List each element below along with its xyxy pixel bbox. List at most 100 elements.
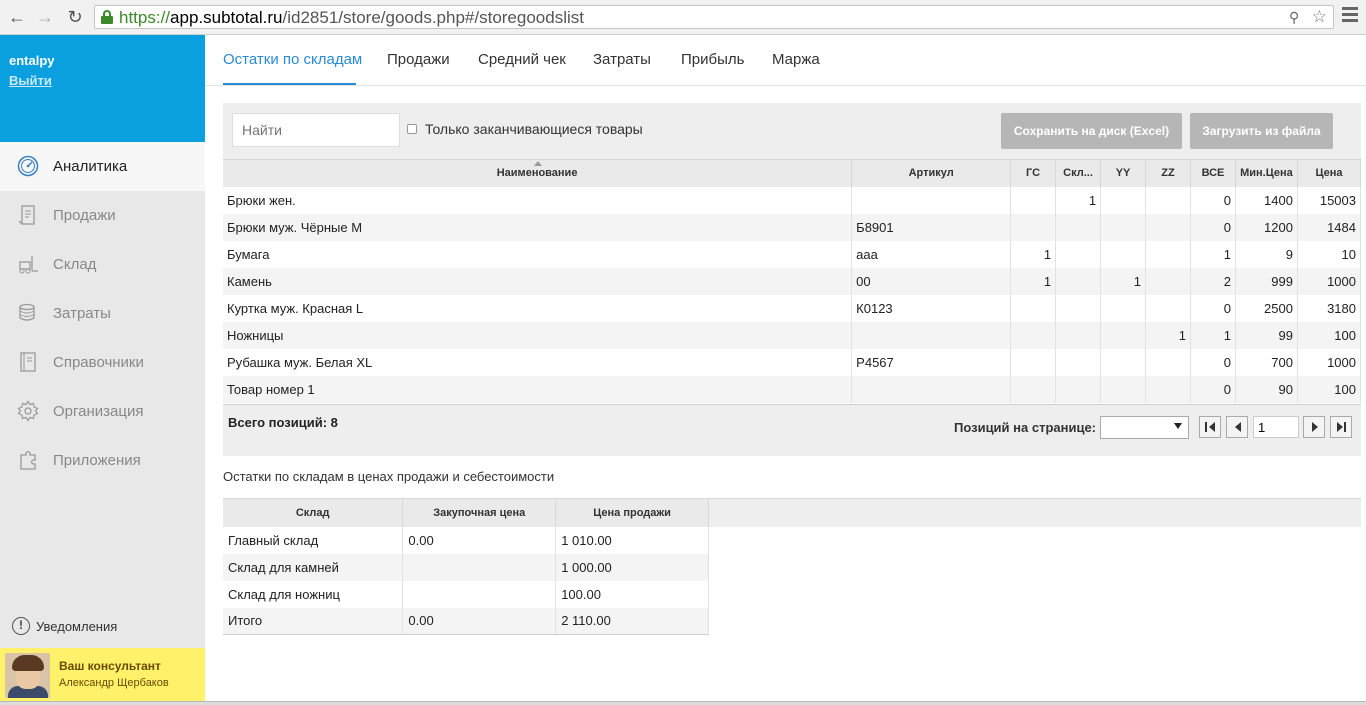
table-cell: 1484 bbox=[1297, 213, 1362, 241]
next-page-button[interactable] bbox=[1303, 416, 1325, 438]
table-cell: Рубашка муж. Белая XL bbox=[223, 348, 853, 376]
table-cell: 0 bbox=[1190, 375, 1236, 403]
table-cell bbox=[1100, 186, 1147, 214]
prev-page-icon bbox=[1235, 422, 1241, 432]
column-header-name[interactable]: Наименование bbox=[223, 159, 853, 187]
back-arrow-icon[interactable]: ← bbox=[6, 6, 28, 28]
column-header-zz[interactable]: ZZ bbox=[1145, 159, 1191, 187]
column-header-skl[interactable]: Скл... bbox=[1055, 159, 1102, 187]
table-cell bbox=[1055, 375, 1102, 403]
table-cell: 1000 bbox=[1297, 348, 1362, 376]
puzzle-icon bbox=[20, 450, 36, 470]
sidebar-item-label: Аналитика bbox=[53, 158, 128, 175]
table-cell bbox=[851, 186, 1012, 214]
sidebar-item-applications[interactable]: Приложения bbox=[0, 436, 205, 485]
table-row[interactable]: Ножницы 1 1 99 100 bbox=[223, 321, 1362, 349]
table-row: Склад для ножниц 100.00 bbox=[223, 580, 709, 608]
table-cell: Ножницы bbox=[223, 321, 853, 349]
column-header-warehouse[interactable]: Склад bbox=[223, 498, 404, 527]
table-row[interactable]: Брюки муж. Чёрные M Б8901 0 1200 1484 bbox=[223, 213, 1362, 241]
table-cell: Итого bbox=[223, 607, 404, 635]
save-excel-button[interactable]: Сохранить на диск (Excel) bbox=[1001, 113, 1182, 149]
table-row[interactable]: Товар номер 1 0 90 100 bbox=[223, 375, 1362, 403]
first-page-icon bbox=[1205, 422, 1207, 432]
lock-icon bbox=[101, 10, 113, 24]
consultant-card[interactable]: Ваш консультант Александр Щербаков bbox=[0, 648, 205, 705]
taskbar bbox=[0, 701, 1366, 705]
sidebar-item-label: Склад bbox=[53, 256, 97, 273]
browser-menu-icon[interactable] bbox=[1342, 7, 1358, 27]
prev-page-button[interactable] bbox=[1226, 416, 1248, 438]
table-cell bbox=[1055, 240, 1102, 268]
sidebar-item-label: Приложения bbox=[53, 452, 141, 469]
table-cell bbox=[1010, 348, 1057, 376]
bookmark-star-icon[interactable]: ☆ bbox=[1312, 7, 1327, 27]
table-cell bbox=[1010, 213, 1057, 241]
table-row[interactable]: Бумага ааа 1 1 9 10 bbox=[223, 240, 1362, 268]
first-page-button[interactable] bbox=[1199, 416, 1221, 438]
sidebar: entalpy Выйти Аналитика Продажи Склад За… bbox=[0, 35, 205, 705]
zoom-icon[interactable]: ⚲ bbox=[1289, 9, 1305, 25]
table-row[interactable]: Камень 00 1 1 2 999 1000 bbox=[223, 267, 1362, 295]
address-bar[interactable]: https://app.subtotal.ru/id2851/store/goo… bbox=[94, 5, 1334, 29]
user-box: entalpy Выйти bbox=[0, 35, 205, 142]
column-header-sale-price[interactable]: Цена продажи bbox=[555, 498, 709, 527]
tab-stock[interactable]: Остатки по складам bbox=[223, 51, 362, 68]
forward-arrow-icon[interactable]: → bbox=[34, 6, 56, 28]
ending-goods-checkbox[interactable] bbox=[407, 124, 417, 134]
last-page-button[interactable] bbox=[1330, 416, 1352, 438]
tab-average-check[interactable]: Средний чек bbox=[478, 51, 566, 68]
per-page-select[interactable] bbox=[1100, 416, 1189, 439]
sidebar-item-warehouse[interactable]: Склад bbox=[0, 240, 205, 289]
table-cell: Главный склад bbox=[223, 526, 404, 554]
table-cell bbox=[1100, 348, 1147, 376]
gear-icon bbox=[17, 400, 39, 422]
load-file-button[interactable]: Загрузить из файла bbox=[1190, 113, 1333, 149]
column-header-yy[interactable]: YY bbox=[1100, 159, 1147, 187]
tab-sales[interactable]: Продажи bbox=[387, 51, 450, 68]
table-cell bbox=[1010, 186, 1057, 214]
search-input[interactable] bbox=[232, 113, 400, 147]
sidebar-item-directories[interactable]: Справочники bbox=[0, 338, 205, 387]
column-header-gs[interactable]: ГС bbox=[1010, 159, 1057, 187]
column-header-sku[interactable]: Артикул bbox=[851, 159, 1012, 187]
user-name: entalpy bbox=[9, 53, 55, 68]
table-cell: К0123 bbox=[851, 294, 1012, 322]
consultant-title: Ваш консультант bbox=[59, 659, 161, 673]
column-header-purchase-price[interactable]: Закупочная цена bbox=[402, 498, 557, 527]
tab-margin[interactable]: Маржа bbox=[772, 51, 820, 68]
browser-toolbar: ← → ↻ https://app.subtotal.ru/id2851/sto… bbox=[0, 0, 1366, 35]
reload-icon[interactable]: ↻ bbox=[64, 6, 86, 28]
column-header-all[interactable]: ВСЕ bbox=[1190, 159, 1236, 187]
table-cell: 10 bbox=[1297, 240, 1362, 268]
tab-expenses[interactable]: Затраты bbox=[593, 51, 651, 68]
table-cell: 1400 bbox=[1235, 186, 1298, 214]
table-row[interactable]: Брюки жен. 1 0 1400 15003 bbox=[223, 186, 1362, 214]
logout-link[interactable]: Выйти bbox=[9, 73, 52, 88]
chevron-down-icon bbox=[1174, 423, 1182, 429]
table-cell: 1 bbox=[1010, 240, 1057, 268]
column-header-min-price[interactable]: Мин.Цена bbox=[1235, 159, 1298, 187]
page-number-input[interactable] bbox=[1253, 416, 1299, 438]
table-footer: Всего позиций: 8 Позиций на странице: bbox=[223, 404, 1361, 456]
table-row[interactable]: Куртка муж. Красная L К0123 0 2500 3180 bbox=[223, 294, 1362, 322]
sidebar-item-analytics[interactable]: Аналитика bbox=[0, 142, 205, 191]
sidebar-item-label: Организация bbox=[53, 403, 144, 420]
table-cell: Куртка муж. Красная L bbox=[223, 294, 853, 322]
sidebar-item-sales[interactable]: Продажи bbox=[0, 191, 205, 240]
table-cell: 1 bbox=[1010, 267, 1057, 295]
table-row[interactable]: Рубашка муж. Белая XL Р4567 0 700 1000 bbox=[223, 348, 1362, 376]
sidebar-item-expenses[interactable]: Затраты bbox=[0, 289, 205, 338]
total-positions: Всего позиций: 8 bbox=[228, 415, 338, 430]
table-cell: 0.00 bbox=[402, 607, 557, 635]
sidebar-item-label: Справочники bbox=[53, 354, 144, 371]
alert-icon: ! bbox=[12, 617, 30, 635]
table-cell: 1 bbox=[1190, 240, 1236, 268]
tab-profit[interactable]: Прибыль bbox=[681, 51, 744, 68]
sidebar-item-organization[interactable]: Организация bbox=[0, 387, 205, 436]
table-cell: Брюки муж. Чёрные M bbox=[223, 213, 853, 241]
table-cell: 0 bbox=[1190, 348, 1236, 376]
table-cell bbox=[1010, 294, 1057, 322]
column-header-price[interactable]: Цена bbox=[1297, 159, 1362, 187]
table-cell: 0.00 bbox=[402, 526, 557, 554]
